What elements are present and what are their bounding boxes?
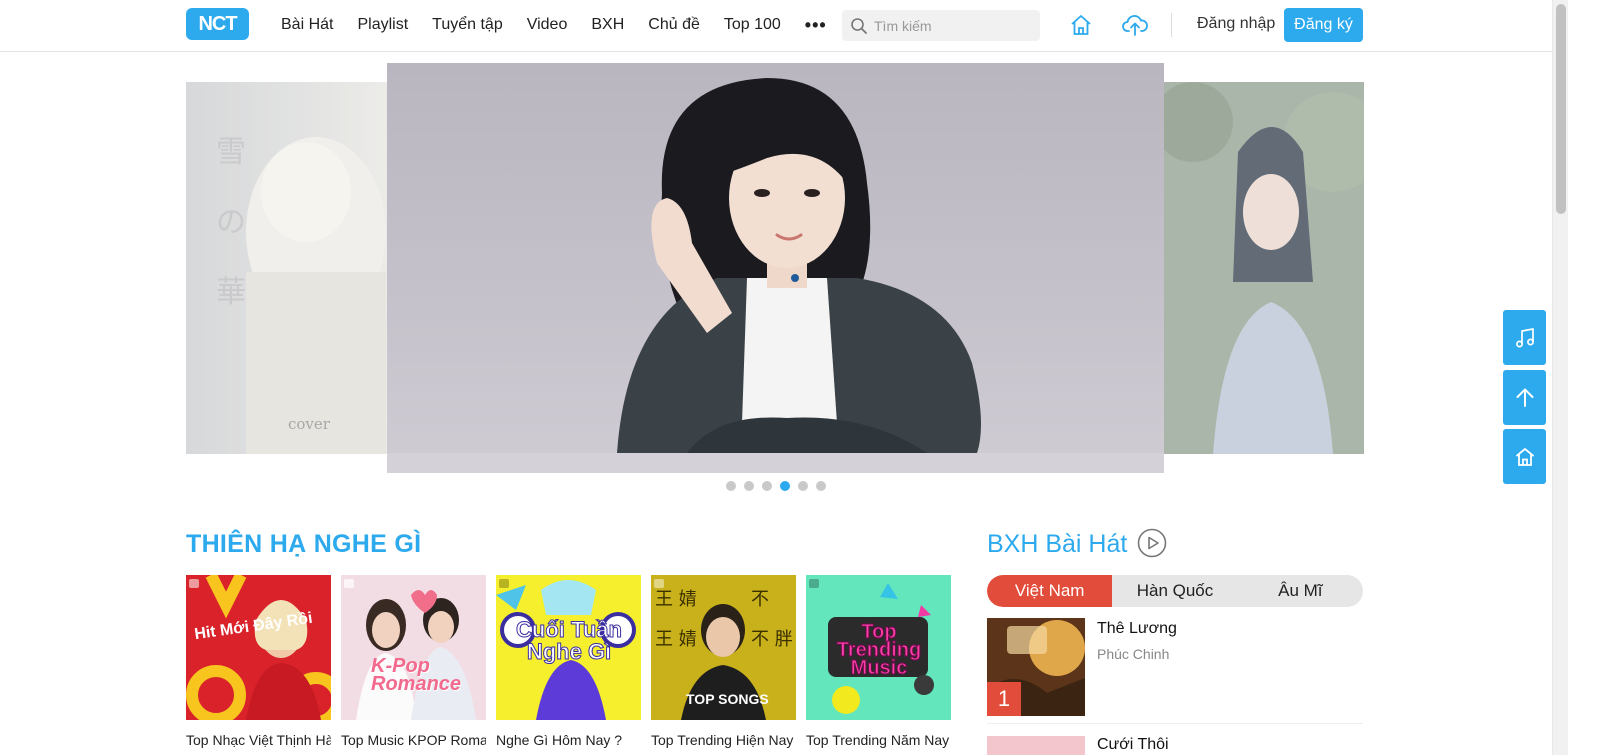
playlist-cover[interactable]: Top Trending Music bbox=[806, 575, 951, 720]
carousel-dot[interactable] bbox=[726, 481, 736, 491]
nct-logo[interactable]: NCT bbox=[186, 8, 249, 40]
song-title[interactable]: Thê Lương bbox=[1097, 620, 1177, 638]
playlist-grid: Hit Mới Đây Rồi Top Nhạc Việt Thịnh Hành… bbox=[186, 575, 951, 748]
music-note-icon bbox=[1515, 327, 1534, 347]
nav-item-bai-hat[interactable]: Bài Hát bbox=[281, 16, 333, 34]
tab-viet-nam[interactable]: Việt Nam bbox=[987, 575, 1113, 607]
main-nav: Bài Hát Playlist Tuyển tập Video BXH Chủ… bbox=[281, 0, 827, 50]
carousel-dot[interactable] bbox=[744, 481, 754, 491]
playlist-cover[interactable]: Hit Mới Đây Rồi bbox=[186, 575, 331, 720]
playlist-title[interactable]: Top Trending Hiện Nay bbox=[651, 732, 796, 748]
cover-art bbox=[186, 575, 331, 720]
playlist-cover[interactable]: K-Pop Romance bbox=[341, 575, 486, 720]
login-link[interactable]: Đăng nhập bbox=[1197, 15, 1275, 33]
header-divider bbox=[1171, 13, 1172, 37]
search-box[interactable] bbox=[842, 10, 1040, 41]
register-button[interactable]: Đăng ký bbox=[1284, 8, 1363, 42]
song-artist[interactable]: Phúc Chinh bbox=[1097, 646, 1169, 662]
search-input[interactable] bbox=[874, 17, 1034, 34]
music-player-button[interactable] bbox=[1503, 310, 1546, 365]
playlist-title[interactable]: Top Nhạc Việt Thịnh Hành bbox=[186, 732, 331, 748]
chart-list-item[interactable]: 1 Thê Lương Phúc Chinh bbox=[987, 618, 1363, 724]
top-header: NCT Bài Hát Playlist Tuyển tập Video BXH… bbox=[0, 0, 1552, 52]
song-cover[interactable] bbox=[987, 736, 1085, 755]
playlist-card[interactable]: 王 婧 不 王 婧 不 胖 TOP SONGS Top Trending Hiệ… bbox=[651, 575, 796, 748]
page-scrollbar[interactable] bbox=[1552, 0, 1568, 755]
search-icon bbox=[851, 17, 867, 34]
home-icon bbox=[1515, 447, 1534, 466]
carousel-dot[interactable] bbox=[762, 481, 772, 491]
svg-text:不: 不 bbox=[751, 589, 769, 610]
nav-item-tuyen-tap[interactable]: Tuyển tập bbox=[432, 16, 503, 34]
chart-region-tabs: Việt Nam Hàn Quốc Âu Mĩ bbox=[987, 575, 1363, 607]
chart-section-title[interactable]: BXH Bài Hát bbox=[987, 530, 1127, 559]
banner-artist-photo bbox=[387, 78, 1164, 473]
playlist-cover[interactable]: 王 婧 不 王 婧 不 胖 TOP SONGS bbox=[651, 575, 796, 720]
carousel-slide-previous[interactable]: 雪 の 華 cover bbox=[186, 82, 387, 454]
playlist-card[interactable]: Hit Mới Đây Rồi Top Nhạc Việt Thịnh Hành bbox=[186, 575, 331, 748]
cover-caption: TOP SONGS bbox=[686, 691, 769, 707]
svg-text:不 胖: 不 胖 bbox=[751, 629, 793, 650]
cover-caption: Cuối Tuần Nghe Gì bbox=[516, 617, 623, 664]
carousel-dot[interactable] bbox=[798, 481, 808, 491]
slide-dim-overlay bbox=[186, 82, 387, 454]
nav-item-bxh[interactable]: BXH bbox=[591, 16, 624, 34]
cover-caption: Top Trending Music bbox=[836, 621, 922, 679]
playlist-title[interactable]: Nghe Gì Hôm Nay ? bbox=[496, 732, 641, 748]
playlist-card[interactable]: Top Trending Music Top Trending Năm Nay bbox=[806, 575, 951, 748]
more-menu-button[interactable]: ••• bbox=[805, 15, 827, 36]
scrollbar-thumb[interactable] bbox=[1556, 4, 1566, 214]
svg-text:王 婧: 王 婧 bbox=[655, 629, 697, 650]
scroll-to-top-button[interactable] bbox=[1503, 370, 1546, 425]
playlist-title[interactable]: Top Music KPOP Romance bbox=[341, 732, 486, 748]
song-cover[interactable]: 1 bbox=[987, 618, 1085, 716]
song-title[interactable]: Cưới Thôi bbox=[1097, 736, 1169, 755]
playlist-card[interactable]: Cuối Tuần Nghe Gì Nghe Gì Hôm Nay ? bbox=[496, 575, 641, 748]
carousel-pagination bbox=[726, 481, 826, 491]
playlist-title[interactable]: Top Trending Năm Nay bbox=[806, 732, 951, 748]
tab-au-mi[interactable]: Âu Mĩ bbox=[1238, 575, 1363, 607]
playlist-cover[interactable]: Cuối Tuần Nghe Gì bbox=[496, 575, 641, 720]
carousel-dot-active[interactable] bbox=[780, 481, 790, 491]
slide-dim-overlay bbox=[1163, 82, 1364, 454]
nav-item-top-100[interactable]: Top 100 bbox=[724, 16, 781, 34]
svg-text:王 婧: 王 婧 bbox=[655, 589, 697, 610]
nav-item-video[interactable]: Video bbox=[527, 16, 568, 34]
section-title[interactable]: THIÊN HẠ NGHE GÌ bbox=[186, 530, 421, 559]
nav-item-playlist[interactable]: Playlist bbox=[357, 16, 408, 34]
home-icon[interactable] bbox=[1068, 12, 1094, 38]
home-float-button[interactable] bbox=[1503, 429, 1546, 484]
rank-number: 1 bbox=[987, 682, 1021, 716]
nav-item-chu-de[interactable]: Chủ đề bbox=[648, 16, 700, 34]
cover-art bbox=[344, 579, 476, 720]
play-circle-icon[interactable] bbox=[1137, 528, 1167, 558]
cloud-upload-icon[interactable] bbox=[1121, 12, 1149, 38]
carousel-dot[interactable] bbox=[816, 481, 826, 491]
tab-han-quoc[interactable]: Hàn Quốc bbox=[1112, 575, 1237, 607]
cover-caption: K-Pop Romance bbox=[371, 655, 462, 695]
playlist-card[interactable]: K-Pop Romance Top Music KPOP Romance bbox=[341, 575, 486, 748]
carousel-slide-next[interactable] bbox=[1163, 82, 1364, 454]
carousel-slide-active[interactable] bbox=[387, 63, 1164, 473]
arrow-up-icon bbox=[1516, 388, 1533, 407]
